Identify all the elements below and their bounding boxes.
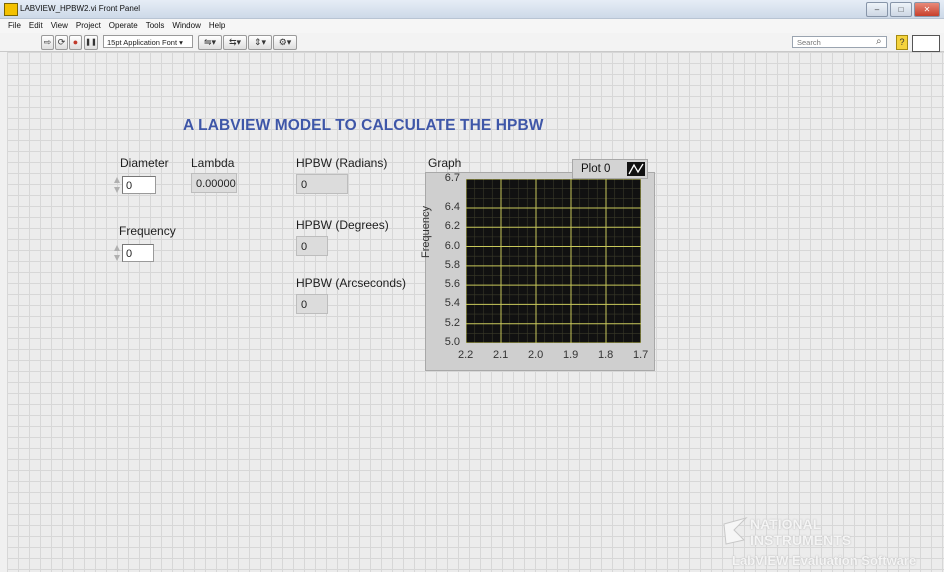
labview-app-icon [4, 3, 18, 16]
menu-tools[interactable]: Tools [142, 19, 169, 33]
x-tick-label: 2.0 [528, 349, 544, 361]
hpbw-degrees-indicator: 0 [296, 236, 328, 256]
watermark-line-instruments: INSTRUMENTS [750, 532, 852, 548]
frequency-label: Frequency [119, 224, 176, 238]
y-tick-label: 5.2 [444, 316, 460, 329]
search-icon[interactable]: ⌕ [876, 36, 882, 47]
menu-operate[interactable]: Operate [105, 19, 142, 33]
diameter-increment-decrement[interactable] [113, 175, 122, 195]
graph-label: Graph [428, 156, 462, 170]
menu-help[interactable]: Help [205, 19, 229, 33]
abort-execution-icon[interactable]: ● [69, 35, 82, 50]
y-tick-label: 5.0 [444, 336, 460, 348]
run-continuously-icon[interactable]: ⟳ [55, 35, 68, 50]
minimize-button[interactable]: – [866, 2, 888, 17]
hpbw-arcseconds-label: HPBW (Arcseconds) [296, 276, 407, 290]
graph-plot-area[interactable] [466, 179, 641, 343]
menu-project[interactable]: Project [72, 19, 105, 33]
y-tick-label: 5.6 [444, 278, 460, 291]
menu-edit[interactable]: Edit [25, 19, 47, 33]
maximize-button[interactable]: □ [890, 2, 912, 17]
ni-eagle-logo [723, 517, 748, 545]
hpbw-arcseconds-indicator: 0 [296, 294, 328, 314]
plot-legend[interactable]: Plot 0 [572, 159, 648, 179]
toolbar: ⇨ ⟳ ● ❚❚ 15pt Application Font ▾ ⇋▾ ⇆▾ ⇕… [0, 33, 944, 52]
align-objects-icon[interactable]: ⇋▾ [198, 35, 222, 50]
diameter-label: Diameter [120, 156, 169, 170]
y-tick-label: 6.0 [444, 239, 460, 252]
close-button[interactable]: ✕ [914, 2, 940, 17]
x-tick-label: 1.7 [633, 349, 649, 361]
run-arrow-icon[interactable]: ⇨ [41, 35, 54, 50]
x-tick-label: 1.9 [563, 349, 579, 361]
plot-line-style-icon[interactable] [627, 162, 645, 176]
hpbw-radians-label: HPBW (Radians) [296, 156, 388, 170]
y-tick-label: 6.7 [444, 172, 460, 184]
diameter-input[interactable]: 0 [122, 176, 156, 194]
y-tick-label: 6.4 [444, 200, 460, 213]
x-tick-label: 1.8 [598, 349, 614, 361]
window-titlebar: LABVIEW_HPBW2.vi Front Panel – □ ✕ [0, 0, 944, 19]
lambda-label: Lambda [191, 156, 235, 170]
menu-bar: File Edit View Project Operate Tools Window Hel… [0, 19, 944, 33]
font-dropdown[interactable]: 15pt Application Font ▾ [103, 35, 193, 48]
distribute-objects-icon[interactable]: ⇆▾ [223, 35, 247, 50]
menu-file[interactable]: File [0, 19, 25, 33]
menu-window[interactable]: Window [168, 19, 204, 33]
pause-icon[interactable]: ❚❚ [84, 35, 98, 50]
search-input[interactable]: Search [792, 36, 887, 48]
y-tick-label: 5.8 [444, 258, 460, 271]
reorder-icon[interactable]: ⚙▾ [273, 35, 297, 50]
y-tick-label: 6.2 [444, 220, 460, 233]
hpbw-degrees-label: HPBW (Degrees) [296, 218, 389, 232]
window-title: LABVIEW_HPBW2.vi Front Panel [20, 4, 141, 13]
resize-objects-icon[interactable]: ⇕▾ [248, 35, 272, 50]
frequency-increment-decrement[interactable] [113, 243, 122, 263]
menu-view[interactable]: View [47, 19, 72, 33]
frequency-input[interactable]: 0 [122, 244, 154, 262]
connector-pane-icon[interactable] [912, 35, 940, 52]
lambda-indicator: 0.00000 [191, 173, 237, 193]
x-tick-label: 2.1 [493, 349, 509, 361]
legend-entry-plot-0: Plot 0 [581, 163, 611, 175]
panel-title: A LABVIEW MODEL TO CALCULATE THE HPBW [183, 117, 544, 134]
graph-y-axis-label: Frequency [420, 206, 432, 258]
ni-evaluation-watermark: NATIONAL INSTRUMENTS LabVIEW Evaluation … [722, 514, 944, 572]
watermark-line-evaluation: LabVIEW Evaluation Software [732, 553, 917, 568]
x-tick-label: 2.2 [458, 349, 474, 361]
hpbw-radians-indicator: 0 [296, 174, 348, 194]
context-help-icon[interactable]: ? [896, 35, 908, 50]
y-tick-label: 5.4 [444, 297, 460, 310]
watermark-line-national: NATIONAL [750, 516, 822, 532]
